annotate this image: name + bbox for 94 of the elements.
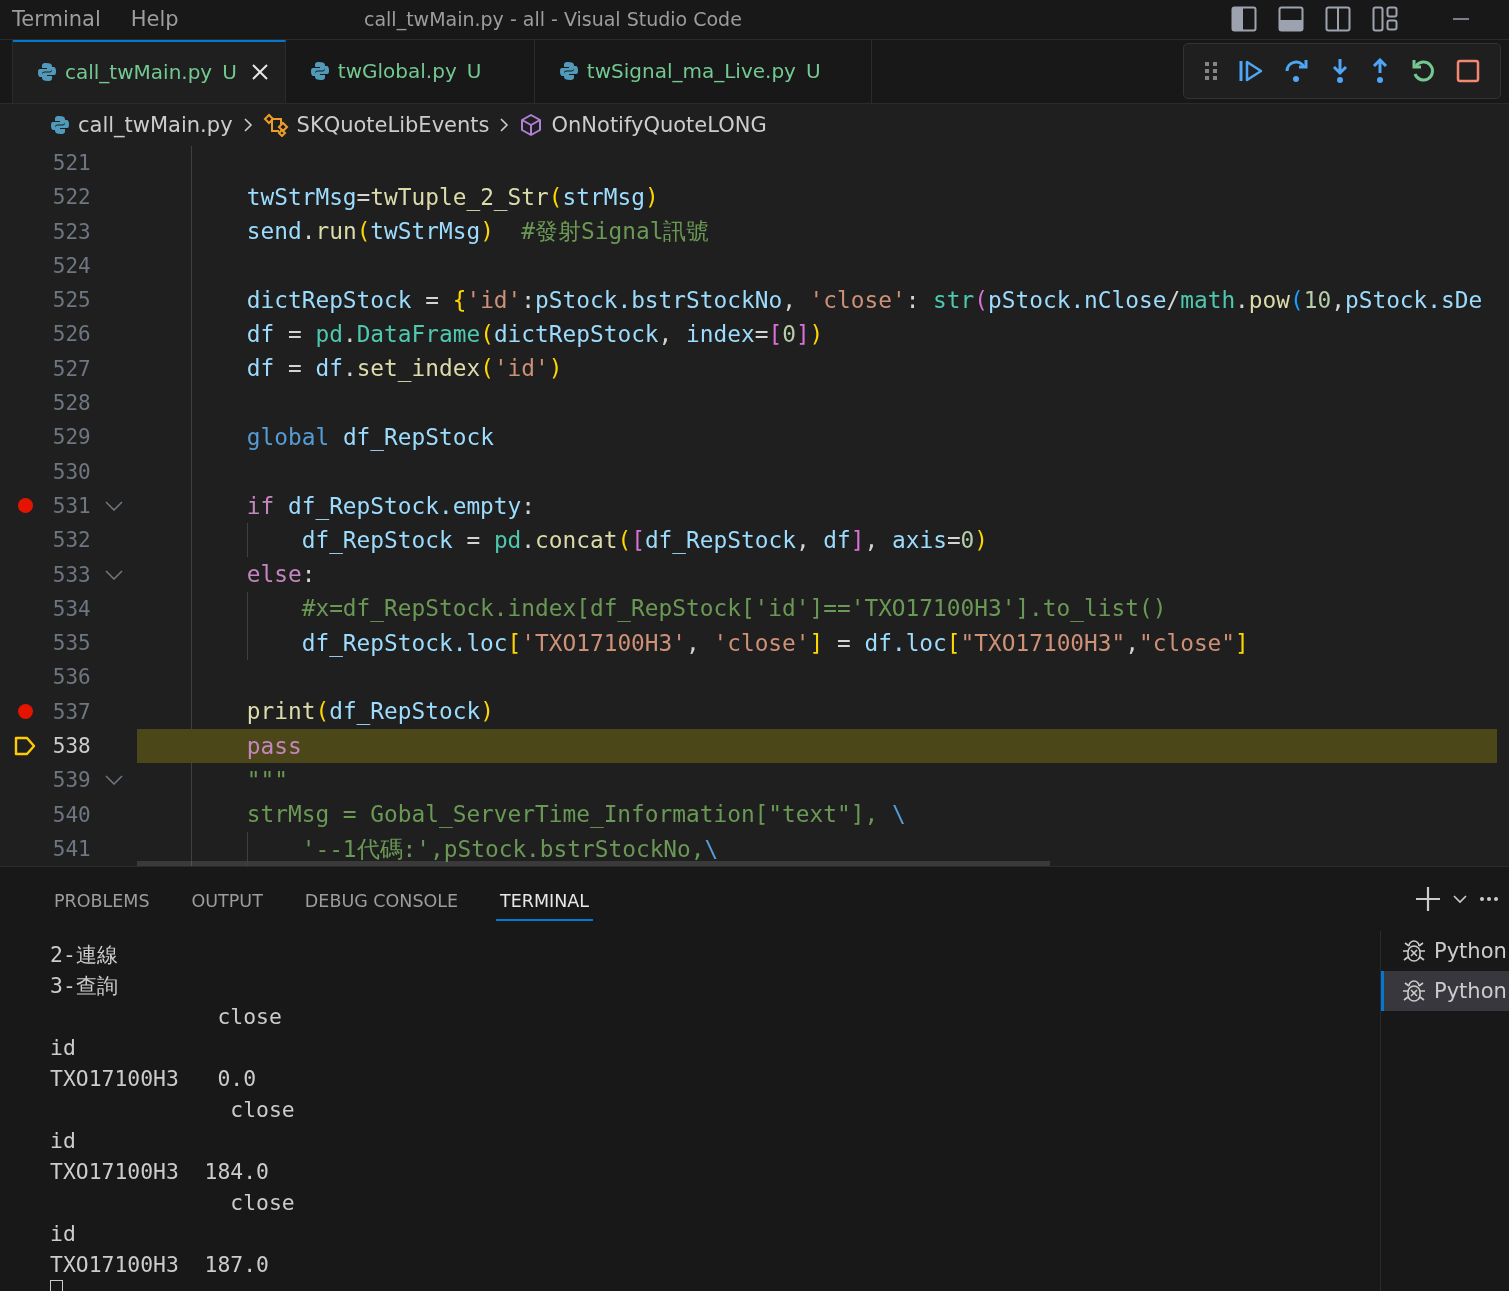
code-line: '--1代碼:',pStock.bstrStockNo,\ xyxy=(300,837,719,861)
breakpoint-dot[interactable] xyxy=(17,704,33,720)
terminal-line: TXO17100H3 184.0 xyxy=(50,1158,270,1186)
python-file-icon xyxy=(37,62,57,83)
panel-tab[interactable]: PROBLEMS xyxy=(50,881,154,921)
line-number: 535 xyxy=(51,631,91,656)
line-number: 531 xyxy=(51,493,91,518)
line-number: 524 xyxy=(51,253,91,278)
toggle-panel-icon[interactable] xyxy=(1278,6,1304,33)
code-line: twStrMsg=twTuple_2_Str(strMsg) xyxy=(245,185,659,209)
step-out-icon[interactable] xyxy=(1370,57,1390,84)
line-number: 528 xyxy=(51,391,91,416)
customize-layout-icon[interactable] xyxy=(1372,6,1398,33)
code-line: """ xyxy=(245,768,288,792)
line-number: 541 xyxy=(51,836,91,861)
code-line: dictRepStock = {'id':pStock.bstrStockNo, 'close': str(pStock.nClose/math.pow(10,pStock.sDe xyxy=(245,288,1483,312)
close-icon[interactable] xyxy=(250,63,269,82)
chevron-right-icon xyxy=(499,116,510,133)
line-number: 525 xyxy=(51,288,91,313)
line-number: 530 xyxy=(51,459,91,484)
line-number: 536 xyxy=(51,665,91,690)
restart-icon[interactable] xyxy=(1410,57,1436,84)
toggle-sidebar-icon[interactable] xyxy=(1231,6,1257,33)
terminal-line: close xyxy=(229,1189,296,1217)
terminal-instance[interactable]: Python xyxy=(1381,971,1509,1011)
python-file-icon xyxy=(309,61,330,82)
code-line: print(df_RepStock) xyxy=(245,700,494,724)
line-number: 527 xyxy=(51,356,91,381)
terminal-line: TXO17100H3 0.0 xyxy=(50,1065,258,1093)
current-code-line: pass xyxy=(245,734,302,758)
terminal-line: close xyxy=(229,1096,296,1124)
line-number: 532 xyxy=(51,528,91,553)
line-number: 539 xyxy=(51,768,91,793)
class-icon xyxy=(262,112,289,137)
breadcrumb-item[interactable]: SKQuoteLibEvents xyxy=(262,112,490,137)
fold-chevron-icon[interactable] xyxy=(104,569,123,580)
fold-chevron-icon[interactable] xyxy=(104,775,123,786)
drag-handle-icon[interactable] xyxy=(1204,60,1218,81)
line-number: 522 xyxy=(51,185,91,210)
panel-tab[interactable]: TERMINAL xyxy=(496,881,594,921)
code-line: df_RepStock.loc['TXO17100H3', 'close'] = df.loc["TXO17100H3","close"] xyxy=(300,631,1249,655)
code-line: else: xyxy=(245,563,316,586)
line-number: 529 xyxy=(51,425,91,450)
step-over-icon[interactable] xyxy=(1284,57,1310,84)
chevron-right-icon xyxy=(242,116,253,133)
code-line: #x=df_RepStock.index[df_RepStock['id']=='TXO17100H3'].to_list() xyxy=(300,597,1167,621)
line-number: 534 xyxy=(51,596,91,621)
new-terminal-icon[interactable] xyxy=(1415,886,1441,912)
python-file-icon xyxy=(558,61,579,82)
terminal-instance[interactable]: Python xyxy=(1381,931,1509,971)
menu-item[interactable]: Terminal xyxy=(12,7,101,32)
split-editor-icon[interactable] xyxy=(1325,6,1351,33)
line-number: 521 xyxy=(51,150,91,175)
code-line: if df_RepStock.empty: xyxy=(245,494,536,518)
line-number: 540 xyxy=(51,802,91,827)
minimize-icon[interactable] xyxy=(1453,17,1469,22)
breakpoint-dot[interactable] xyxy=(17,498,33,514)
code-line: send.run(twStrMsg) #發射Signal訊號 xyxy=(245,220,710,243)
breadcrumb-item[interactable]: call_twMain.py xyxy=(50,112,233,137)
terminal-line: 3-查詢 xyxy=(50,972,119,1000)
panel-tab[interactable]: DEBUG CONSOLE xyxy=(300,881,463,921)
line-number: 533 xyxy=(51,562,91,587)
breadcrumb-item[interactable]: OnNotifyQuoteLONG xyxy=(519,112,767,137)
bug-icon xyxy=(1400,977,1428,1005)
bug-icon xyxy=(1400,937,1428,965)
line-number: 526 xyxy=(51,322,91,347)
window-title: call_twMain.py - all - Visual Studio Code xyxy=(364,8,742,31)
python-file-icon xyxy=(50,114,70,135)
chevron-down-icon[interactable] xyxy=(1453,894,1467,904)
more-actions-icon[interactable] xyxy=(1479,896,1499,902)
panel-tab[interactable]: OUTPUT xyxy=(187,881,267,921)
fold-chevron-icon[interactable] xyxy=(104,500,123,511)
editor-tab[interactable]: call_twMain.py U xyxy=(13,39,286,103)
line-number: 537 xyxy=(51,699,91,724)
terminal-line: TXO17100H3 187.0 xyxy=(50,1251,270,1279)
code-line: df_RepStock = pd.concat([df_RepStock, df], axis=0) xyxy=(300,528,989,552)
menu-item[interactable]: Help xyxy=(130,7,179,32)
step-into-icon[interactable] xyxy=(1330,57,1350,84)
scrollbar[interactable] xyxy=(137,860,1050,866)
terminal-line: id xyxy=(50,1220,77,1248)
code-line: df = pd.DataFrame(dictRepStock, index=[0]) xyxy=(245,323,824,346)
terminal-line: 2-連線 xyxy=(50,941,119,969)
terminal-line: id xyxy=(50,1127,77,1155)
code-line: strMsg = Gobal_ServerTime_Information["text"], \ xyxy=(245,803,906,826)
line-number: 538 xyxy=(51,734,91,758)
method-icon xyxy=(519,112,544,137)
code-line: global df_RepStock xyxy=(245,425,494,449)
terminal-cursor xyxy=(50,1280,63,1291)
terminal-line: close xyxy=(216,1003,283,1031)
terminal-line: id xyxy=(50,1034,77,1062)
line-number: 523 xyxy=(51,219,91,244)
code-line: df = df.set_index('id') xyxy=(245,357,563,381)
continue-icon[interactable] xyxy=(1238,58,1264,83)
stop-icon[interactable] xyxy=(1456,58,1480,83)
